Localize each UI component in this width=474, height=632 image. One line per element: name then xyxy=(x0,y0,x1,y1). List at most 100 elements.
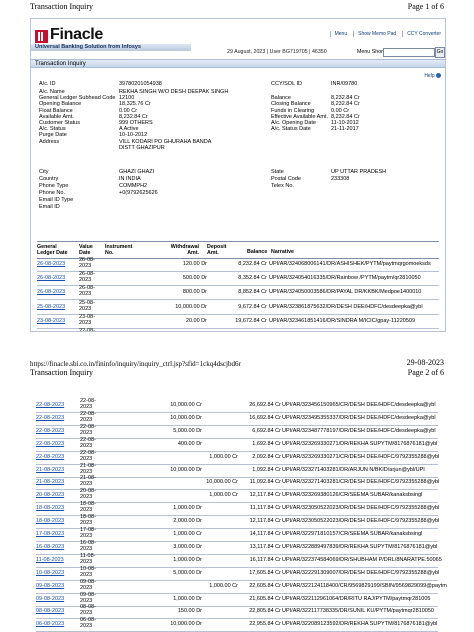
narrative: UPI/AR/322124118400/CR/9569829199/SBIN/9… xyxy=(282,582,447,589)
value-date-line: 10-08- xyxy=(80,565,96,572)
narrative: UPI/AR/323269330271/DR/REKHA SUPYTM/8176… xyxy=(282,440,438,447)
withdrawal-amount: 1,000.00 Dr xyxy=(173,595,202,602)
gl-date-link[interactable]: 26-08-2023 xyxy=(37,261,65,267)
value-date: 22-08-2023 xyxy=(80,450,96,462)
field-value: 0.00 Cr xyxy=(119,107,138,114)
balance-amount: 9,672.84 Cr xyxy=(238,303,267,310)
value-date-line: 2023 xyxy=(80,507,93,514)
value-date-line: 2023 xyxy=(80,584,93,591)
menu-shortcut-input[interactable] xyxy=(383,48,435,57)
gl-date-link[interactable]: 22-08-2023 xyxy=(36,415,64,421)
value-date-line: 2023 xyxy=(80,494,93,501)
page2-table: 22-08-2023 22-08- 2023 10,000.00 Cr 26,692.8… xyxy=(30,392,447,632)
value-date-line: 2023 xyxy=(79,319,92,326)
value-date: 20-08- 2023 xyxy=(80,488,96,500)
print-url: https://finacle.sbi.co.in/fininfo/inquir… xyxy=(30,360,241,368)
gl-date-link[interactable]: 22-08-2023 xyxy=(36,441,64,447)
value-date-line: 2023 xyxy=(80,468,93,475)
value-date-line: 22-08- xyxy=(80,436,96,443)
gl-date-link[interactable]: 18-08-2023 xyxy=(36,505,64,511)
withdrawal-amount: 5,000.00 Dr xyxy=(173,569,202,576)
field-label: A/c. Name xyxy=(39,89,65,95)
session-date: 29 August, 2023 xyxy=(227,49,266,55)
value-date-line: 2023 xyxy=(80,404,93,410)
narrative: UPI/AR/324068006141/DR/ASHISHEK/PYTM/pay… xyxy=(269,261,431,267)
narrative: UPI/AR/322374584069/DR/SHUBHAM P/DRL/8NA… xyxy=(282,556,442,563)
gl-date-link[interactable]: 11-08-2023 xyxy=(36,557,64,563)
gl-date-link[interactable]: 21-08-2023 xyxy=(36,467,64,473)
session-id: 46350 xyxy=(311,49,327,55)
session-info: 29 August, 2023 | User BG719705 | 46350 xyxy=(227,49,327,55)
value-date: 22-08-2023 xyxy=(80,398,96,410)
gl-date-link[interactable]: 26-08-2023 xyxy=(37,275,65,281)
narrative: UPI/AR/322889497839/DR/REKHA SUPYTM/8176… xyxy=(282,543,438,550)
narrative: UPI/AR/323861875632/DR/DESH DEE/HDFC/des… xyxy=(269,303,423,310)
gl-date-link[interactable]: 06-08-2023 xyxy=(36,621,64,627)
table-row: 06-08-2023 06-08- 2023 10,000.00 Dr 22,955.8… xyxy=(36,617,438,632)
value-date: 16-08- 2023 xyxy=(80,540,96,552)
value-date-line: 22-08- xyxy=(80,449,96,456)
gl-date-link[interactable]: 26-08-2023 xyxy=(37,289,65,295)
value-date-line: 11-08- xyxy=(80,552,96,559)
narrative: UPI/AR/322291309007/DR/DESH DEE/HDFC/979… xyxy=(282,569,440,576)
value-date-line: 23-08- xyxy=(79,313,95,320)
narrative: UPI/AR/322971810157/CR/SEEMA SUBAR/kanak… xyxy=(282,531,423,537)
ccy-converter-link[interactable]: CCY Converter xyxy=(402,31,441,37)
value-date-line: 16-08- xyxy=(80,539,96,546)
gl-date-link[interactable]: 16-08-2023 xyxy=(36,544,64,550)
gl-date-link[interactable]: 09-08-2023 xyxy=(36,596,64,602)
value-date-line: 22-08- xyxy=(80,410,96,417)
table-row: 26-08-2023 26-08- 2023 120.00 Dr 8,232.84 Cr… xyxy=(37,257,439,272)
field-label: Float Balance xyxy=(39,107,73,114)
gl-date-link[interactable]: 22-08-2023 xyxy=(36,454,64,460)
field-label: Email ID xyxy=(39,204,60,210)
field-label: Purge Date xyxy=(39,132,67,139)
value-date-line: 09-08- xyxy=(80,591,96,598)
value-date-line: 21-08- xyxy=(80,462,96,469)
gl-date-link[interactable]: 25-08-2023 xyxy=(37,304,65,310)
field-label: A/c. Opening Date xyxy=(271,120,316,126)
help-link[interactable]: Help xyxy=(424,73,441,79)
col-gl-date: General Ledger Date xyxy=(37,244,68,256)
gl-date-link[interactable]: 23-08-2023 xyxy=(37,318,65,324)
table-row: 25-08-2023 25-08- 2023 10,000.00 Dr 9,672.84… xyxy=(37,300,439,315)
gl-date-link[interactable]: 09-08-2023 xyxy=(36,583,64,589)
field-value: 8,232.84 Cr xyxy=(331,113,360,120)
value-date: 17-08- 2023 xyxy=(80,527,96,539)
value-date: 22-08-2023 xyxy=(80,424,96,436)
table-row: 23-08-2023 23-08- 2023 20.00 Dr 19,672.84 Cr… xyxy=(37,314,439,329)
field-value: REKHA SINGH W/O DESH DEEPAK SINGH xyxy=(119,89,229,95)
memo-pad-link[interactable]: Show Memo Pad xyxy=(353,31,396,37)
gl-date-link[interactable]: 18-08-2023 xyxy=(36,518,64,524)
gl-date-link[interactable]: 22-08-2023 xyxy=(36,402,64,408)
withdrawal-amount: 5,000.00 Dr xyxy=(173,427,202,434)
print-header-title: Transaction Inquiry xyxy=(30,2,94,11)
go-button[interactable]: Go xyxy=(435,47,445,58)
value-date-line: 2023 xyxy=(80,545,93,552)
withdrawal-amount: 1,000.00 Cr xyxy=(173,531,202,537)
gl-date-link[interactable]: 08-08-2023 xyxy=(36,608,64,614)
balance-amount: 22,955.84 Cr xyxy=(249,621,281,628)
gl-date-link[interactable]: 20-08-2023 xyxy=(36,492,64,498)
withdrawal-amount: 20.00 Dr xyxy=(185,317,207,324)
balance-amount: 17,605.84 Cr xyxy=(249,569,281,576)
col-instrument: Instrument No. xyxy=(105,244,133,256)
gl-date-link[interactable]: 21-08-2023 xyxy=(36,479,64,485)
gl-date-link[interactable]: 10-08-2023 xyxy=(36,570,64,576)
narrative: UPI/AR/322112961064/DR/RITU RAJ/PYTM/pay… xyxy=(282,595,431,602)
field-label: Telex No. xyxy=(271,183,294,189)
field-label: Effective Available Amt. xyxy=(271,113,328,120)
section-title: Transaction Inquiry xyxy=(31,59,445,68)
narrative: UPI/AR/323495355337/DR/DESH DEE/HDFC/des… xyxy=(282,414,436,421)
value-date-line: 2023 xyxy=(80,481,93,488)
gl-date-link[interactable]: 17-08-2023 xyxy=(36,531,64,537)
field-value: 39780201054938 xyxy=(119,81,162,87)
field-label: Funds in Clearing xyxy=(271,107,315,114)
gl-date-link[interactable]: 22-08-2023 xyxy=(36,428,64,434)
narrative: UPI/AR/323271403281/DR/ARJUN N/BKID/arju… xyxy=(282,466,425,473)
top-nav: Menu Show Memo Pad CCY Converter xyxy=(329,31,441,37)
finacle-window: Finacle Universal Banking Solution from … xyxy=(30,18,446,332)
menu-link[interactable]: Menu xyxy=(329,31,347,37)
field-value: VILL KODARI PO GHURAHA BANDA xyxy=(119,138,212,145)
field-value: UP UTTAR PRADESH xyxy=(331,169,387,175)
